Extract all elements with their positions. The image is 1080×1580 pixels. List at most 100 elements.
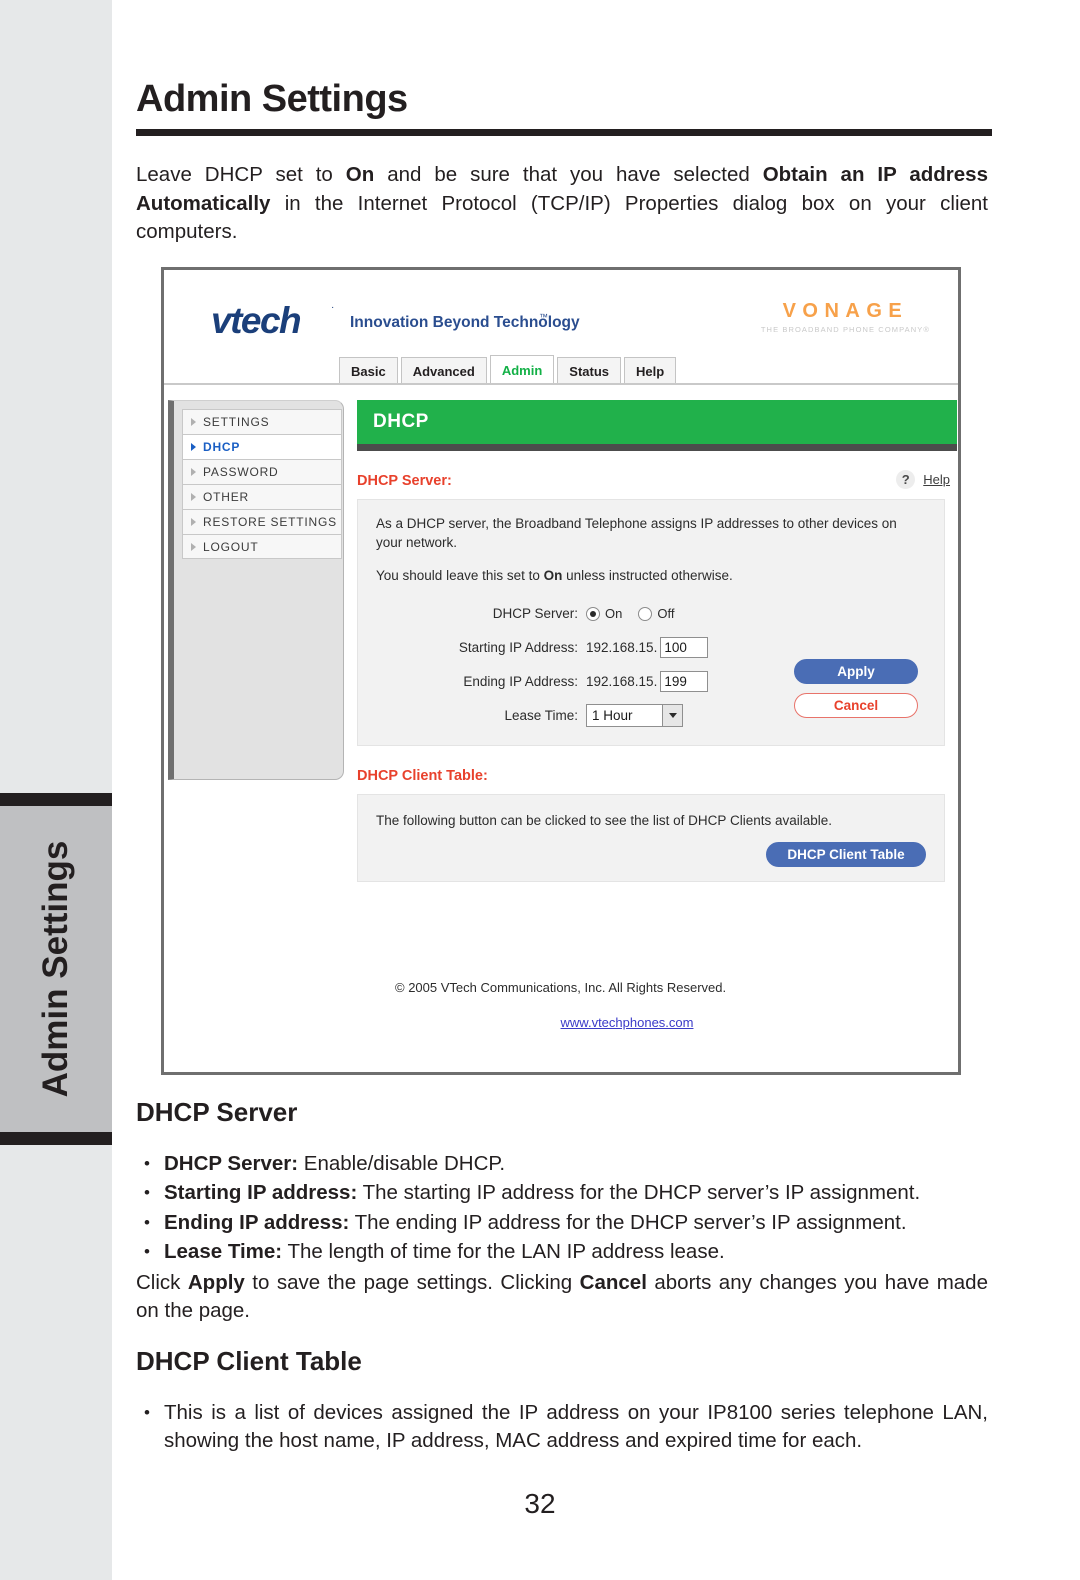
list-item: Ending IP address: The ending IP address… xyxy=(136,1209,988,1238)
chevron-right-icon xyxy=(191,418,196,426)
desc2-text-a: You should leave this set to xyxy=(376,568,544,583)
list-item: Starting IP address: The starting IP add… xyxy=(136,1179,988,1208)
list-item: DHCP Server: Enable/disable DHCP. xyxy=(136,1150,988,1179)
list-item: This is a list of devices assigned the I… xyxy=(136,1399,988,1456)
dhcp-server-field-label: DHCP Server: xyxy=(492,606,578,621)
desc2-text-b: unless instructed otherwise. xyxy=(562,568,733,583)
dhcp-server-label-text: DHCP Server: xyxy=(357,473,452,489)
tab-admin[interactable]: Admin xyxy=(489,355,555,384)
sidebar-menu-panel: SETTINGS DHCP PASSWORD OTHER RESTORE SET… xyxy=(168,400,344,780)
form-button-column: Apply Cancel xyxy=(794,659,918,718)
heading-dhcp-server: DHCP Server xyxy=(136,1097,298,1127)
lease-time-value: 1 Hour xyxy=(592,708,633,723)
tabs-underline xyxy=(164,383,958,385)
intro-text-2: and be sure that you have selected xyxy=(374,163,763,186)
bullet-term: Ending IP address: xyxy=(164,1210,350,1234)
dhcp-client-table-button[interactable]: DHCP Client Table xyxy=(766,842,926,867)
form-row-lease-time: Lease Time: 1 Hour xyxy=(418,701,708,730)
starting-ip-label: Starting IP Address: xyxy=(458,640,578,655)
edge-tab-label: Admin Settings xyxy=(36,840,75,1098)
dhcp-client-table-bullet-list: This is a list of devices assigned the I… xyxy=(136,1399,996,1456)
dhcp-server-bullet-list: DHCP Server: Enable/disable DHCP. Starti… xyxy=(136,1150,996,1267)
sidebar-item-dhcp[interactable]: DHCP xyxy=(182,434,342,459)
dhcp-client-table-label: DHCP Client Table: xyxy=(357,768,957,784)
banner-shadow xyxy=(357,444,957,451)
title-rule xyxy=(136,129,992,136)
dhcp-server-description-2: You should leave this set to On unless i… xyxy=(376,566,926,585)
vonage-wordmark: VONAGE xyxy=(782,300,909,322)
chevron-right-icon xyxy=(191,518,196,526)
chevron-right-icon xyxy=(191,542,196,551)
starting-ip-input[interactable]: 100 xyxy=(660,637,709,658)
dhcp-client-table-description: The following button can be clicked to s… xyxy=(376,813,832,828)
chevron-right-icon xyxy=(191,468,196,476)
sidebar-item-label: LOGOUT xyxy=(203,539,259,554)
question-mark-icon[interactable]: ? xyxy=(896,470,916,489)
ending-ip-prefix: 192.168.15. xyxy=(586,674,658,689)
brand-header: vtech · Innovation Beyond Technology ™ V… xyxy=(164,292,958,362)
dhcp-server-description-1: As a DHCP server, the Broadband Telephon… xyxy=(376,516,897,550)
sidebar-item-other[interactable]: OTHER xyxy=(182,484,342,509)
page-number: 32 xyxy=(524,1488,556,1519)
sidebar-menu-list: SETTINGS DHCP PASSWORD OTHER RESTORE SET… xyxy=(182,409,342,559)
ending-ip-input[interactable]: 199 xyxy=(660,671,709,692)
dhcp-server-label: DHCP Server: ? Help xyxy=(357,470,957,489)
radio-off[interactable] xyxy=(638,606,653,621)
bullet-text: The length of time for the LAN IP addres… xyxy=(282,1240,725,1264)
intro-bold-on: On xyxy=(345,163,375,186)
cancel-button[interactable]: Cancel xyxy=(794,693,918,718)
tab-basic[interactable]: Basic xyxy=(339,357,398,384)
bullet-term: Starting IP address: xyxy=(164,1181,358,1205)
bullet-term: DHCP Server: xyxy=(164,1151,299,1175)
sidebar-item-label: PASSWORD xyxy=(203,465,279,479)
starting-ip-prefix: 192.168.15. xyxy=(586,640,658,655)
sidebar-item-label: SETTINGS xyxy=(203,415,270,429)
tab-advanced[interactable]: Advanced xyxy=(400,357,487,384)
sidebar-item-password[interactable]: PASSWORD xyxy=(182,459,342,484)
radio-on[interactable] xyxy=(586,606,600,621)
bullet-text: Enable/disable DHCP. xyxy=(298,1151,506,1175)
section-banner-dhcp: DHCP xyxy=(357,400,957,444)
sidebar-item-label: DHCP xyxy=(203,440,241,454)
tab-help[interactable]: Help xyxy=(624,357,677,384)
bullet-term: Lease Time: xyxy=(164,1240,283,1264)
apply-cancel-paragraph: Click Apply to save the page settings. C… xyxy=(136,1269,988,1326)
help-group: ? Help xyxy=(896,470,950,489)
page-gutter xyxy=(0,0,112,1580)
vtech-logo: vtech xyxy=(211,300,302,341)
radio-off-label: Off xyxy=(657,606,675,621)
list-item: Lease Time: The length of time for the L… xyxy=(136,1238,988,1267)
para-text-a: Click xyxy=(136,1270,188,1294)
desc2-bold-on: On xyxy=(543,568,563,583)
chevron-right-icon xyxy=(191,443,196,451)
sidebar-item-logout[interactable]: LOGOUT xyxy=(182,534,342,559)
ending-ip-label: Ending IP Address: xyxy=(463,674,578,689)
apply-button[interactable]: Apply xyxy=(794,659,918,684)
para-bold-cancel: Cancel xyxy=(579,1270,647,1294)
sidebar-item-restore-settings[interactable]: RESTORE SETTINGS xyxy=(182,509,342,534)
radio-on-label: On xyxy=(605,606,623,621)
intro-paragraph: Leave DHCP set to On and be sure that yo… xyxy=(136,161,988,247)
sidebar-item-settings[interactable]: SETTINGS xyxy=(182,409,342,434)
heading-dhcp-client-table: DHCP Client Table xyxy=(136,1346,362,1377)
lease-time-label: Lease Time: xyxy=(504,708,578,723)
chevron-right-icon xyxy=(191,493,196,501)
vonage-logo: VONAGE THE BROADBAND PHONE COMPANY® xyxy=(761,300,930,334)
dhcp-form: DHCP Server: On Off Starting IP Address: xyxy=(376,599,926,727)
screenshot-footer: © 2005 VTech Communications, Inc. All Ri… xyxy=(357,980,957,1030)
tab-status[interactable]: Status xyxy=(557,357,622,384)
sidebar-item-label: OTHER xyxy=(203,490,249,504)
vonage-subtitle: THE BROADBAND PHONE COMPANY® xyxy=(760,325,930,334)
para-bold-apply: Apply xyxy=(187,1270,245,1294)
nav-tabs: Basic Advanced Admin Status Help xyxy=(339,355,679,384)
radio-group-dhcp-server: On Off xyxy=(586,606,690,621)
content-column: DHCP DHCP Server: ? Help As a DHCP serve… xyxy=(357,400,957,882)
lease-time-select[interactable]: 1 Hour xyxy=(586,704,683,727)
website-link[interactable]: www.vtechphones.com xyxy=(357,1015,957,1030)
help-link[interactable]: Help xyxy=(923,472,950,487)
router-ui-screenshot: vtech · Innovation Beyond Technology ™ V… xyxy=(161,267,961,1075)
copyright-text: © 2005 VTech Communications, Inc. All Ri… xyxy=(395,980,727,995)
intro-text-1: Leave DHCP set to xyxy=(136,163,346,186)
bullet-text: This is a list of devices assigned the I… xyxy=(164,1400,988,1453)
page-body: Admin Settings Leave DHCP set to On and … xyxy=(136,0,996,1457)
